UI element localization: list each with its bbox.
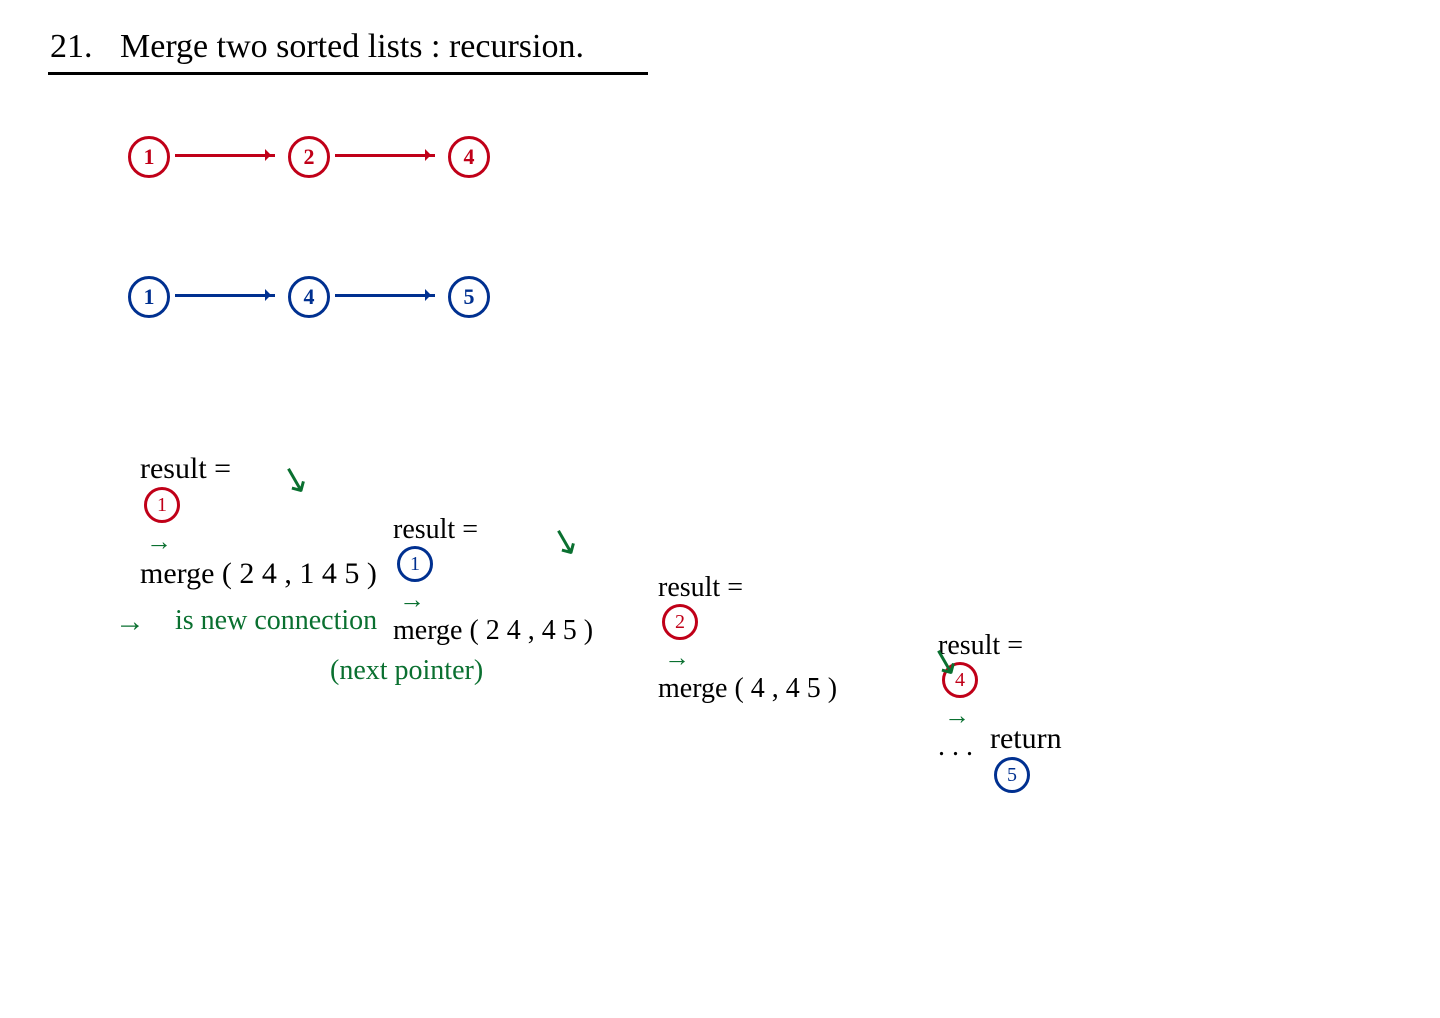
returned-node-blue: 5	[994, 757, 1030, 793]
list2-node-1: 1	[128, 276, 170, 318]
list1-node-1: 1	[128, 136, 170, 178]
next-pointer-arrow: →	[664, 643, 690, 673]
list2-node-3: 5	[448, 276, 490, 318]
arrow-icon	[175, 294, 275, 297]
step1: result = 1 → merge ( 2 4 , 1 4 5 )	[110, 418, 377, 625]
picked-node-red: 1	[144, 487, 180, 523]
step3: result = 2 → merge ( 4 , 4 5 )	[630, 540, 837, 737]
title-underline	[48, 72, 648, 75]
next-pointer-arrow: →	[399, 585, 425, 615]
whiteboard-diagram: 21. Merge two sorted lists : recursion. …	[0, 0, 1440, 1018]
arrow-icon	[335, 294, 435, 297]
next-pointer-arrow: →	[146, 527, 172, 557]
legend-line2: (next pointer)	[330, 655, 483, 687]
list2-node-2: 4	[288, 276, 330, 318]
list1-node-3: 4	[448, 136, 490, 178]
arrow-icon	[175, 154, 275, 157]
problem-number: 21.	[50, 28, 93, 66]
step5-return: return 5	[960, 688, 1062, 827]
legend-arrow-icon: →	[115, 605, 145, 639]
arrow-icon	[335, 154, 435, 157]
picked-node-blue: 1	[397, 546, 433, 582]
step2: result = 1 → merge ( 2 4 , 4 5 )	[365, 482, 593, 679]
legend-line1: is new connection	[175, 605, 377, 637]
list1-node-2: 2	[288, 136, 330, 178]
problem-title: Merge two sorted lists : recursion.	[120, 28, 584, 66]
picked-node-red: 2	[662, 604, 698, 640]
